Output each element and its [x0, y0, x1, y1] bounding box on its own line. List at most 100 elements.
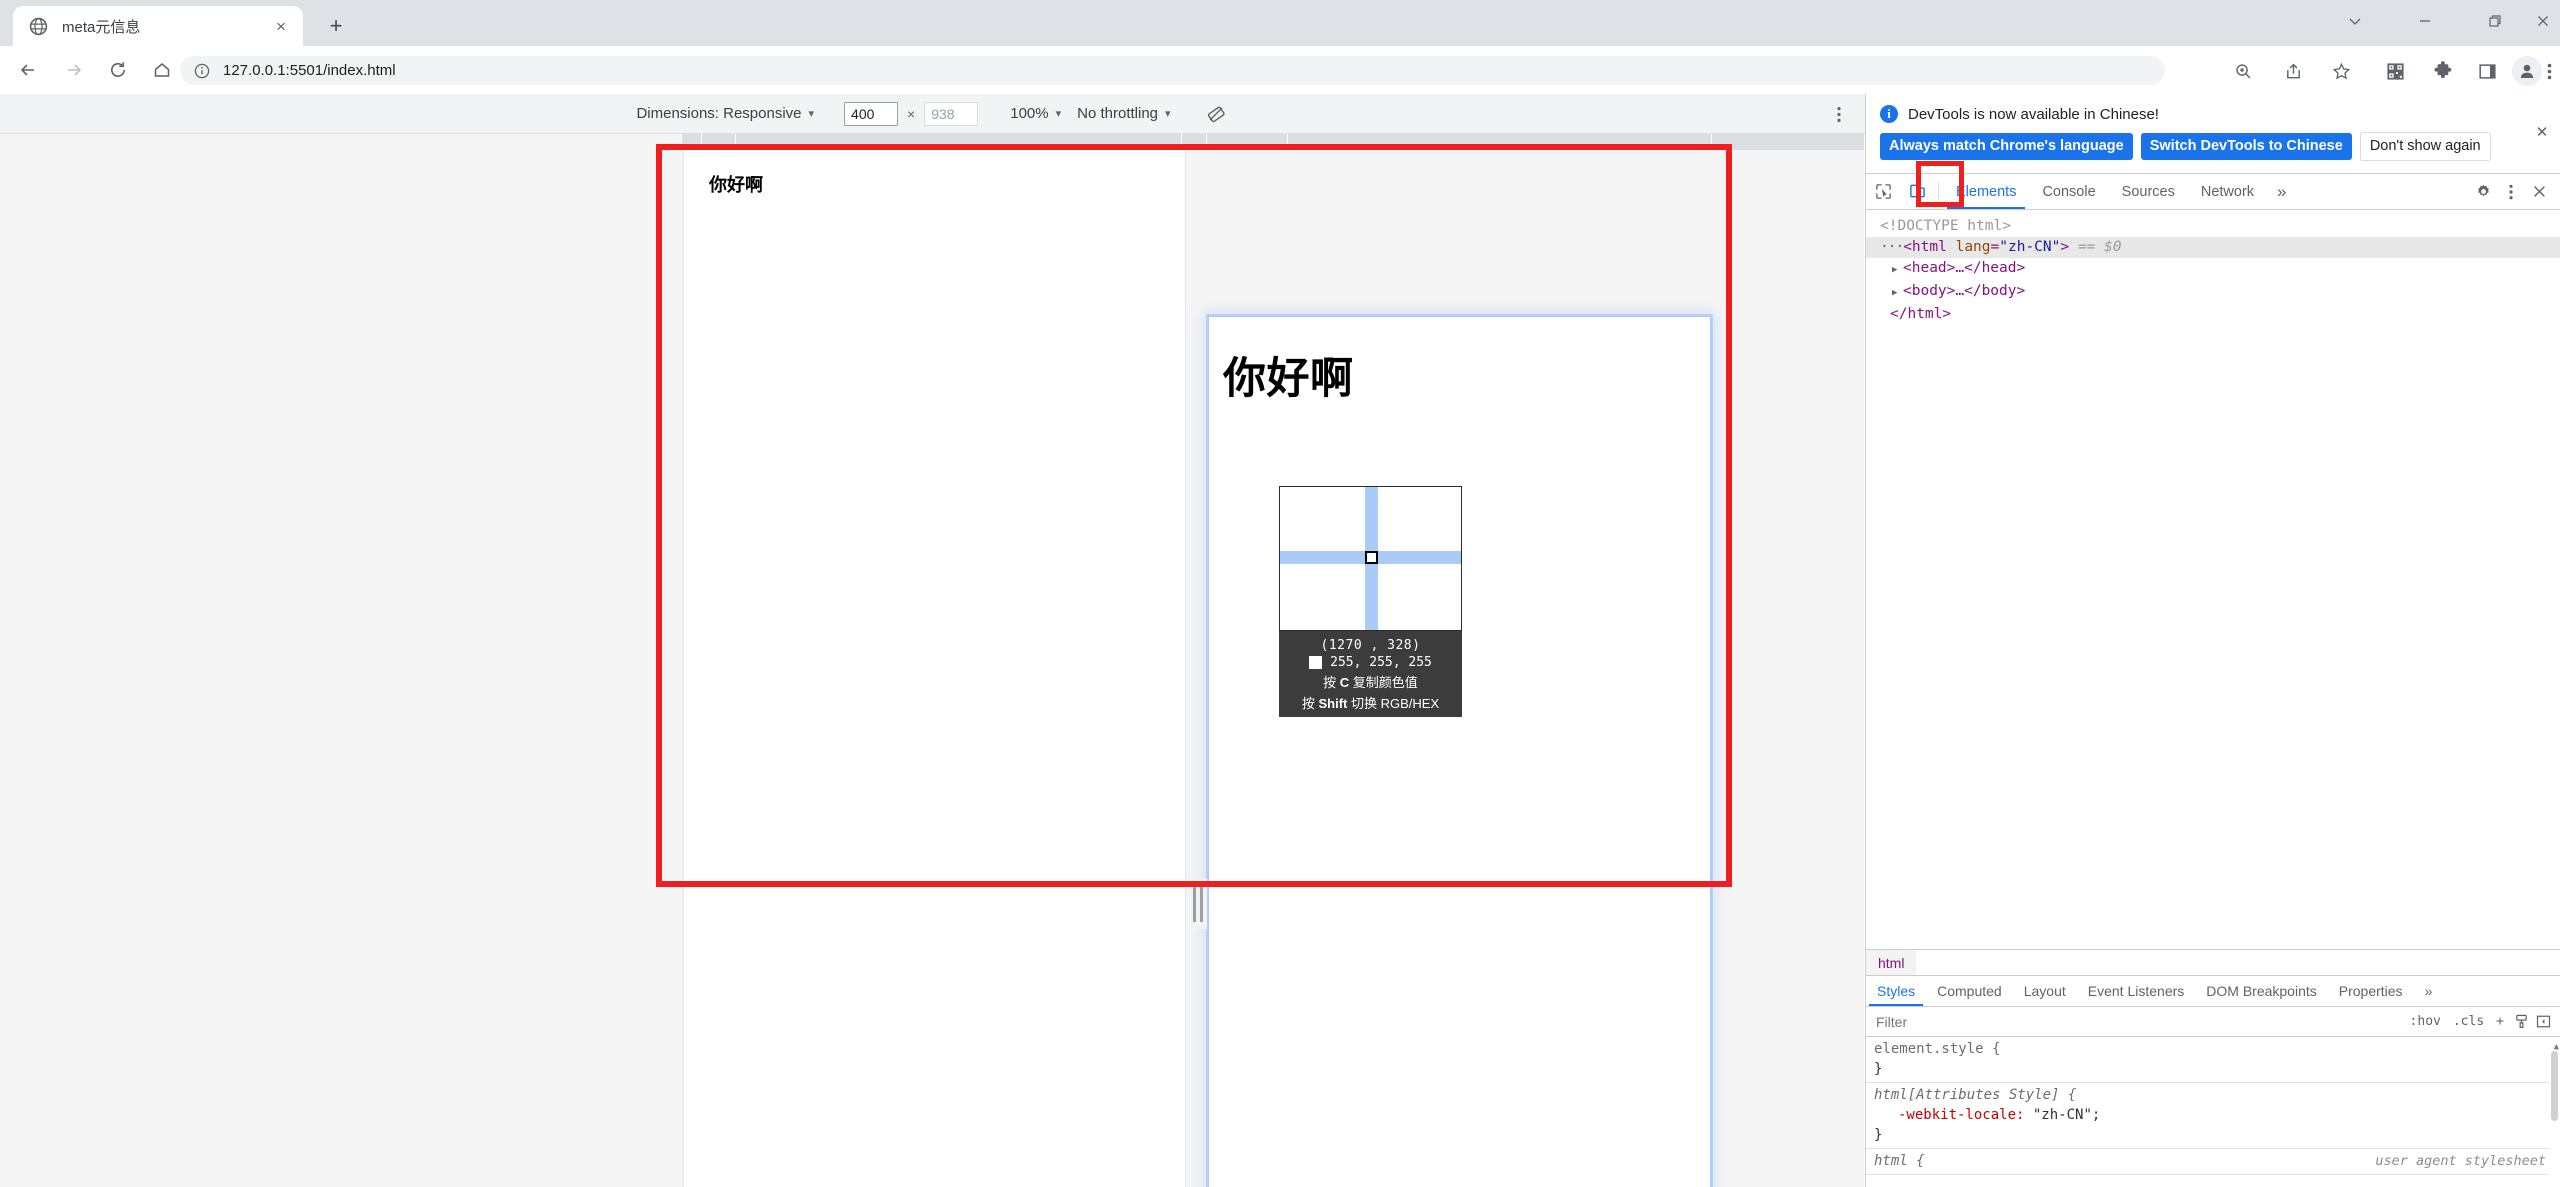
- back-button[interactable]: [12, 54, 44, 86]
- bookmark-button[interactable]: [2326, 56, 2356, 86]
- qr-code-icon: [2386, 62, 2404, 80]
- rotate-button[interactable]: [1203, 101, 1229, 127]
- dom-tree[interactable]: <!DOCTYPE html> ···<html lang="zh-CN"> =…: [1866, 210, 2560, 949]
- banner-message: DevTools is now available in Chinese!: [1908, 105, 2159, 123]
- dom-body-tag: <body>…</body>: [1903, 283, 2026, 300]
- globe-icon: [29, 17, 48, 35]
- dom-doctype: <!DOCTYPE html>: [1880, 218, 2011, 235]
- inspect-element-icon: [1875, 184, 1891, 200]
- emulation-viewport-area: 你好啊 你好啊 (1270 , 328) 255, 255, 255 按 C 复…: [0, 134, 1864, 1187]
- home-button[interactable]: [146, 54, 178, 86]
- chevron-down-icon: ▾: [1055, 108, 1062, 120]
- close-devtools-button[interactable]: [2526, 179, 2552, 205]
- minimize-button[interactable]: [2390, 0, 2460, 42]
- toggle-computed-sidebar-icon: [2536, 1015, 2550, 1028]
- styles-rules-list[interactable]: element.style { } html[Attributes Style]…: [1866, 1037, 2560, 1187]
- zoom-button[interactable]: [2228, 56, 2258, 86]
- device-viewport-frame[interactable]: 你好啊: [1208, 316, 1711, 1187]
- page-heading: 你好啊: [1223, 355, 1354, 403]
- expand-triangle-icon[interactable]: ▶: [1892, 260, 1903, 281]
- tab-close-icon[interactable]: ×: [269, 14, 293, 38]
- toggle-computed-sidebar-button[interactable]: [2532, 1011, 2554, 1033]
- eyedropper-rgb-value: 255, 255, 255: [1330, 655, 1432, 670]
- tab-properties[interactable]: Properties: [2328, 976, 2414, 1006]
- tab-network[interactable]: Network: [2188, 174, 2267, 209]
- new-tab-button[interactable]: +: [322, 12, 350, 40]
- breadcrumb-item-html[interactable]: html: [1866, 949, 1917, 976]
- styles-filter-input[interactable]: [1876, 1013, 2404, 1030]
- tab-search-button[interactable]: [2320, 0, 2390, 42]
- chrome-menu-button[interactable]: [2540, 56, 2558, 86]
- viewport-height-input[interactable]: [924, 101, 979, 126]
- title-bar: meta元信息 × +: [0, 0, 2560, 46]
- zoom-dropdown[interactable]: 100% ▾: [1010, 105, 1067, 122]
- close-button[interactable]: [2525, 0, 2560, 42]
- tab-event-listeners[interactable]: Event Listeners: [2077, 976, 2196, 1006]
- new-style-rule-button-2[interactable]: [2510, 1011, 2532, 1033]
- property-name: -webkit-locale: [1898, 1107, 2017, 1123]
- eyedropper-magnifier: (1270 , 328) 255, 255, 255 按 C 复制颜色值 按 S…: [1279, 486, 1462, 717]
- zoom-label: 100%: [1010, 105, 1049, 122]
- tab-layout[interactable]: Layout: [2013, 976, 2077, 1006]
- style-rule-element[interactable]: element.style { }: [1866, 1037, 2560, 1083]
- devtools-menu-button[interactable]: [2498, 179, 2524, 205]
- settings-gear-icon: [2477, 184, 2489, 197]
- hint-copy-key: C: [1339, 675, 1350, 690]
- browser-tab[interactable]: meta元信息 ×: [13, 6, 303, 46]
- devtools-settings-button[interactable]: [2470, 179, 2496, 205]
- expand-triangle-icon[interactable]: ▶: [1892, 283, 1903, 304]
- viewport-width-input[interactable]: [844, 101, 899, 126]
- device-toolbar-toggle-button[interactable]: [1900, 174, 1934, 209]
- tab-title: meta元信息: [62, 18, 141, 36]
- dom-head-line[interactable]: ▶ <head>…</head>: [1866, 258, 2560, 281]
- tab-styles[interactable]: Styles: [1866, 976, 1926, 1006]
- hint-toggle-key: Shift: [1318, 696, 1348, 711]
- hover-state-button[interactable]: :hov: [2404, 1014, 2447, 1029]
- style-rule-attributes[interactable]: html[Attributes Style] { -webkit-locale:…: [1866, 1083, 2560, 1149]
- tab-sources[interactable]: Sources: [2109, 174, 2188, 209]
- extensions-button[interactable]: [2428, 56, 2458, 86]
- dom-body-line[interactable]: ▶ <body>…</body>: [1866, 281, 2560, 304]
- dont-show-again-button[interactable]: Don't show again: [2359, 132, 2491, 162]
- styles-scrollbar[interactable]: ▲: [2549, 1037, 2560, 1187]
- back-icon: [20, 64, 34, 76]
- side-panel-button[interactable]: [2472, 56, 2502, 86]
- always-match-language-button[interactable]: Always match Chrome's language: [1880, 133, 2133, 161]
- tab-computed[interactable]: Computed: [1926, 976, 2013, 1006]
- site-info-icon[interactable]: [194, 63, 210, 79]
- element-classes-button[interactable]: .cls: [2447, 1014, 2490, 1029]
- style-rule-useragent[interactable]: html { user agent stylesheet: [1866, 1149, 2560, 1175]
- page-document-underlay: 你好啊: [683, 150, 1186, 1187]
- dom-html-line[interactable]: ···<html lang="zh-CN"> == $0: [1866, 237, 2560, 259]
- devtools-menu-icon: [2509, 184, 2513, 200]
- dimensions-dropdown[interactable]: Dimensions: Responsive ▾: [636, 105, 820, 122]
- forward-button[interactable]: [58, 54, 90, 86]
- inspect-element-button[interactable]: [1866, 174, 1900, 209]
- share-button[interactable]: [2278, 56, 2308, 86]
- rule-source: user agent stylesheet: [2375, 1153, 2546, 1169]
- rule-selector: html[Attributes Style] {: [1874, 1087, 2077, 1103]
- tab-console[interactable]: Console: [2029, 174, 2108, 209]
- tab-elements[interactable]: Elements: [1943, 174, 2029, 210]
- banner-close-icon[interactable]: ✕: [2532, 122, 2552, 142]
- profile-button[interactable]: [2512, 56, 2542, 86]
- new-style-rule-button[interactable]: +: [2490, 1014, 2510, 1029]
- viewport-resize-handle[interactable]: [1189, 879, 1207, 929]
- tab-dom-breakpoints[interactable]: DOM Breakpoints: [2195, 976, 2327, 1006]
- switch-to-chinese-button[interactable]: Switch DevTools to Chinese: [2140, 133, 2352, 161]
- throttling-dropdown[interactable]: No throttling ▾: [1077, 105, 1176, 122]
- chrome-menu-icon: [2547, 63, 2551, 79]
- rotate-icon: [1207, 106, 1225, 122]
- maximize-button[interactable]: [2460, 0, 2530, 42]
- eyedropper-coordinates: (1270 , 328): [1320, 638, 1421, 653]
- reload-button[interactable]: [102, 54, 134, 86]
- sidebar-more-tabs-button[interactable]: »: [2414, 976, 2444, 1006]
- property-value: "zh-CN";: [2032, 1107, 2101, 1123]
- address-bar[interactable]: 127.0.0.1:5501/index.html: [180, 56, 2165, 85]
- scroll-up-icon[interactable]: ▲: [2554, 1037, 2559, 1057]
- qr-code-button[interactable]: [2380, 56, 2410, 86]
- device-toolbar-options-button[interactable]: [1827, 102, 1851, 126]
- forward-icon: [68, 64, 82, 76]
- rule-property[interactable]: -webkit-locale: "zh-CN";: [1874, 1105, 2560, 1125]
- more-tabs-button[interactable]: »: [2267, 174, 2296, 209]
